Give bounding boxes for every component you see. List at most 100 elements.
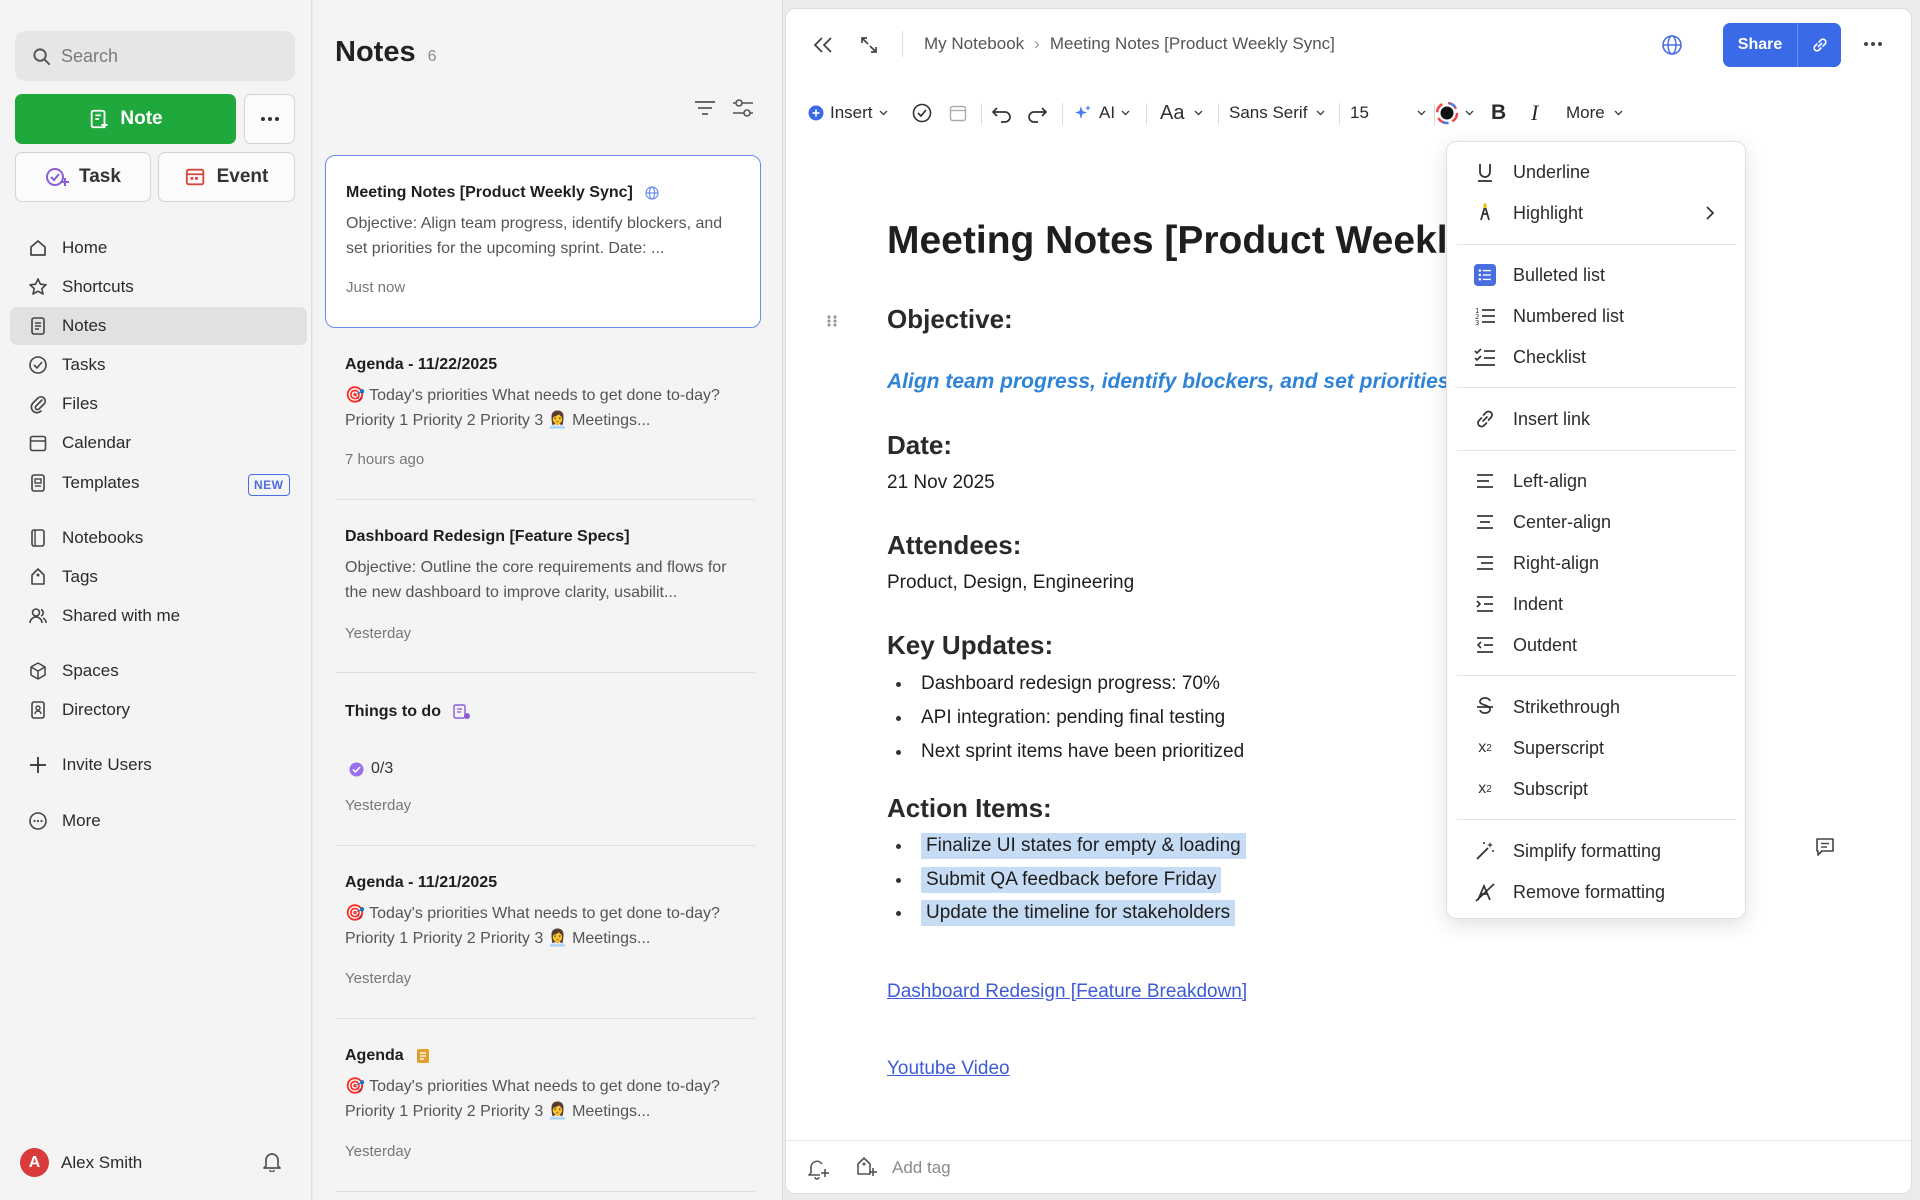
- menu-item-outdent[interactable]: Outdent: [1447, 625, 1745, 665]
- menu-item-remove-formatting[interactable]: Remove formatting: [1447, 872, 1745, 912]
- more-circle-icon: [28, 811, 48, 831]
- collapse-left-icon[interactable]: [812, 36, 834, 54]
- expand-icon[interactable]: [859, 35, 879, 55]
- list-item[interactable]: Next sprint items have been prioritized: [896, 741, 1244, 763]
- note-link[interactable]: Dashboard Redesign [Feature Breakdown]: [887, 981, 1247, 1003]
- video-link[interactable]: Youtube Video: [887, 1058, 1010, 1080]
- sidebar-item-invite-users[interactable]: Invite Users: [10, 746, 307, 784]
- list-item[interactable]: Dashboard redesign progress: 70%: [896, 673, 1220, 695]
- date-text[interactable]: 21 Nov 2025: [887, 472, 995, 494]
- filter-sliders-icon[interactable]: [731, 97, 755, 119]
- globe-icon[interactable]: [1661, 34, 1683, 56]
- menu-item-underline[interactable]: Underline: [1447, 152, 1745, 192]
- objective-heading[interactable]: Objective:: [887, 304, 1013, 335]
- sidebar-item-notebooks[interactable]: Notebooks: [10, 519, 307, 557]
- svg-text:3: 3: [1475, 319, 1479, 327]
- user-account[interactable]: A Alex Smith: [20, 1148, 142, 1177]
- list-item[interactable]: Meeting Notes [Product Weekly Sync] Obje…: [325, 155, 761, 328]
- add-tag-icon[interactable]: [854, 1155, 878, 1179]
- menu-item-label: Outdent: [1513, 634, 1578, 655]
- menu-item-subscript[interactable]: x2 Subscript: [1447, 769, 1745, 809]
- new-event-button[interactable]: Event: [158, 152, 295, 202]
- new-task-button[interactable]: Task: [15, 152, 151, 202]
- notifications-button[interactable]: [260, 1149, 284, 1173]
- redo-icon[interactable]: [1026, 93, 1048, 133]
- menu-item-numbered-list[interactable]: 123 Numbered list: [1447, 296, 1745, 336]
- text-style-dropdown[interactable]: Aa: [1160, 93, 1203, 133]
- sidebar-item-spaces[interactable]: Spaces: [10, 652, 307, 690]
- list-item[interactable]: Agenda - 11/22/2025 🎯 Today's priorities…: [325, 328, 761, 500]
- sidebar-item-tags[interactable]: Tags: [10, 558, 307, 596]
- cube-icon: [28, 661, 48, 681]
- list-item[interactable]: Update the timeline for stakeholders: [896, 900, 1236, 926]
- menu-item-bulleted-list[interactable]: Bulleted list: [1447, 255, 1745, 295]
- calendar-insert-icon[interactable]: [949, 93, 967, 133]
- menu-item-indent[interactable]: Indent: [1447, 584, 1745, 624]
- list-item[interactable]: Agenda 🎯 Today's priorities What needs t…: [325, 1019, 761, 1191]
- sort-icon[interactable]: [693, 97, 717, 119]
- more-format-dropdown[interactable]: More: [1566, 93, 1623, 133]
- action-items-heading[interactable]: Action Items:: [887, 793, 1052, 824]
- date-heading[interactable]: Date:: [887, 430, 952, 461]
- share-button[interactable]: Share: [1723, 23, 1841, 67]
- sidebar-item-tasks[interactable]: Tasks: [10, 346, 307, 384]
- bold-icon[interactable]: B: [1491, 93, 1506, 133]
- chevron-down-icon: [879, 110, 888, 116]
- sidebar-item-label: Notebooks: [62, 528, 144, 547]
- create-more-button[interactable]: [244, 94, 295, 144]
- menu-item-right-align[interactable]: Right-align: [1447, 543, 1745, 583]
- add-tag-input[interactable]: Add tag: [892, 1158, 951, 1178]
- sidebar-item-calendar[interactable]: Calendar: [10, 424, 307, 462]
- note-preview: 🎯 Today's priorities What needs to get d…: [345, 905, 720, 947]
- ellipsis-icon[interactable]: [1864, 42, 1882, 46]
- list-item[interactable]: Submit QA feedback before Friday: [896, 867, 1222, 893]
- sidebar-item-more[interactable]: More: [10, 802, 307, 840]
- sidebar-item-shortcuts[interactable]: Shortcuts: [10, 268, 307, 306]
- menu-item-strikethrough[interactable]: Strikethrough: [1447, 687, 1745, 727]
- font-family-dropdown[interactable]: Sans Serif: [1229, 93, 1325, 133]
- menu-item-simplify-formatting[interactable]: Simplify formatting: [1447, 831, 1745, 871]
- drag-handle-icon[interactable]: [826, 314, 838, 328]
- breadcrumb-notebook[interactable]: My Notebook: [924, 34, 1024, 54]
- add-comment-icon[interactable]: [1814, 836, 1836, 858]
- sidebar-item-directory[interactable]: Directory: [10, 691, 307, 729]
- reminder-bell-icon[interactable]: [806, 1156, 830, 1180]
- attendees-heading[interactable]: Attendees:: [887, 530, 1021, 561]
- sidebar-item-home[interactable]: Home: [10, 229, 307, 267]
- note-title[interactable]: Meeting Notes [Product Weekly Sync]: [887, 219, 1447, 263]
- objective-text[interactable]: Align team progress, identify blockers, …: [887, 370, 1447, 394]
- avatar: A: [20, 1148, 49, 1177]
- text-color-dropdown[interactable]: [1435, 93, 1474, 133]
- search-input[interactable]: Search: [15, 31, 295, 81]
- menu-item-center-align[interactable]: Center-align: [1447, 502, 1745, 542]
- notes-list-header: Notes 6: [335, 36, 436, 69]
- key-updates-heading[interactable]: Key Updates:: [887, 630, 1053, 661]
- undo-icon[interactable]: [991, 93, 1013, 133]
- sidebar-item-shared-with-me[interactable]: Shared with me: [10, 597, 307, 635]
- sidebar-item-notes[interactable]: Notes: [10, 307, 307, 345]
- list-item[interactable]: API integration: pending final testing: [896, 707, 1225, 729]
- new-note-button[interactable]: Note: [15, 94, 236, 144]
- sidebar-item-files[interactable]: Files: [10, 385, 307, 423]
- menu-item-checklist[interactable]: Checklist: [1447, 337, 1745, 377]
- new-task-label: Task: [79, 166, 121, 187]
- italic-icon[interactable]: I: [1531, 93, 1538, 133]
- font-size-dropdown[interactable]: 15: [1350, 93, 1426, 133]
- list-item[interactable]: Finalize UI states for empty & loading: [896, 833, 1246, 859]
- menu-item-insert-link[interactable]: Insert link: [1447, 399, 1745, 439]
- insert-dropdown[interactable]: Insert: [808, 93, 888, 133]
- attendees-text[interactable]: Product, Design, Engineering: [887, 572, 1134, 594]
- bullet: [896, 877, 901, 883]
- checkbox-circle-icon[interactable]: [912, 93, 932, 133]
- list-item[interactable]: Dashboard Redesign [Feature Specs] Objec…: [325, 500, 761, 672]
- note-title: Agenda: [345, 1047, 741, 1065]
- list-item[interactable]: Agenda - 11/21/2025 🎯 Today's priorities…: [325, 846, 761, 1018]
- list-item[interactable]: Things to do 0/3 Yesterday: [325, 673, 761, 845]
- menu-item-highlight[interactable]: Highlight: [1447, 193, 1745, 233]
- menu-item-superscript[interactable]: x2 Superscript: [1447, 728, 1745, 768]
- link-icon[interactable]: [1798, 23, 1841, 67]
- ai-dropdown[interactable]: AI: [1073, 93, 1130, 133]
- menu-item-left-align[interactable]: Left-align: [1447, 461, 1745, 501]
- superscript-icon: x2: [1478, 739, 1492, 756]
- people-icon: [28, 606, 48, 626]
